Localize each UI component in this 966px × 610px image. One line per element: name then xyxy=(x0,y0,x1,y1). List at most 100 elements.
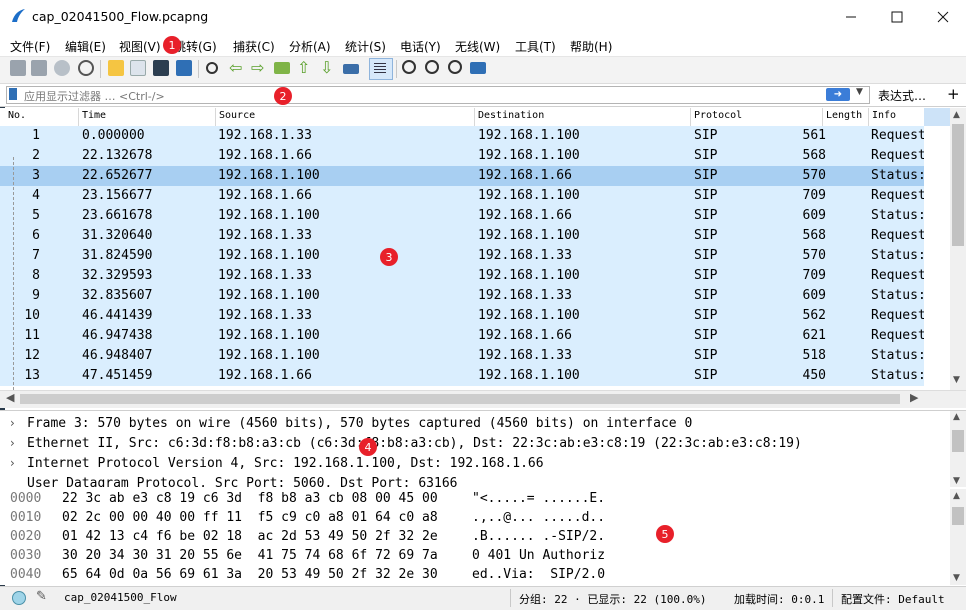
bytes-ascii[interactable]: .B...... .-SIP/2. xyxy=(472,529,605,544)
expand-chevron-icon[interactable]: › xyxy=(10,416,15,430)
find-packet-icon[interactable] xyxy=(206,62,218,74)
menu-telephony[interactable]: 电话(Y) xyxy=(400,38,441,55)
detail-ipv4[interactable]: Internet Protocol Version 4, Src: 192.16… xyxy=(27,456,544,471)
go-forward-icon[interactable]: ⇨ xyxy=(251,58,264,77)
details-scroll-down-icon[interactable]: ▼ xyxy=(953,476,960,486)
bookmark-icon[interactable] xyxy=(9,88,17,100)
open-file-icon[interactable] xyxy=(108,60,124,76)
cell-info: Status: xyxy=(871,248,924,263)
detail-ethernet[interactable]: Ethernet II, Src: c6:3d:f8:b8:a3:cb (c6:… xyxy=(27,436,802,451)
add-filter-button[interactable]: + xyxy=(947,85,960,103)
filter-history-dropdown-icon[interactable]: ▼ xyxy=(856,87,863,97)
resize-columns-icon[interactable] xyxy=(470,62,486,74)
bytes-scroll-up-icon[interactable]: ▲ xyxy=(953,491,960,501)
cell-time: 22.652677 xyxy=(82,168,153,183)
capture-options-icon[interactable] xyxy=(78,60,94,76)
scroll-down-arrow-icon[interactable]: ▼ xyxy=(953,375,960,385)
reload-file-icon[interactable] xyxy=(176,60,192,76)
colorize-lines xyxy=(374,63,386,73)
scroll-left-arrow-icon[interactable]: ◀ xyxy=(6,391,14,404)
normal-size-icon[interactable] xyxy=(448,60,462,74)
details-scroll-up-icon[interactable]: ▲ xyxy=(953,412,960,422)
scroll-up-arrow-icon[interactable]: ▲ xyxy=(953,110,960,120)
details-scroll-thumb[interactable] xyxy=(952,430,964,452)
table-row[interactable]: 4 23.156677 192.168.1.66 192.168.1.100 SIP 70… xyxy=(0,186,924,206)
go-back-icon[interactable]: ⇦ xyxy=(229,58,242,77)
menu-tools[interactable]: 工具(T) xyxy=(515,38,556,55)
table-row[interactable]: 12 46.948407 192.168.1.100 192.168.1.33 SIP 5… xyxy=(0,346,924,366)
column-header-protocol[interactable]: Protocol xyxy=(694,110,742,121)
bytes-hex[interactable]: 65 64 0d 0a 56 69 61 3a 20 53 49 50 2f 3… xyxy=(62,567,438,582)
table-row[interactable]: 5 23.661678 192.168.1.100 192.168.1.66 SIP 60… xyxy=(0,206,924,226)
bytes-ascii[interactable]: 0 401 Un Authoriz xyxy=(472,548,605,563)
apply-filter-arrow-icon[interactable]: ➜ xyxy=(826,88,850,101)
menu-view[interactable]: 视图(V) xyxy=(119,38,161,55)
menu-help[interactable]: 帮助(H) xyxy=(570,38,612,55)
close-button[interactable] xyxy=(920,0,966,34)
save-file-icon[interactable] xyxy=(130,60,146,76)
table-row[interactable]: 3 22.652677 192.168.1.100 192.168.1.66 SIP 57… xyxy=(0,166,924,186)
filter-expression-button[interactable]: 表达式… xyxy=(878,87,926,104)
column-header-source[interactable]: Source xyxy=(219,110,255,121)
expert-info-icon[interactable] xyxy=(12,591,26,605)
table-row[interactable]: 13 47.451459 192.168.1.66 192.168.1.100 SIP 4… xyxy=(0,366,924,386)
capture-comment-icon[interactable]: ✎ xyxy=(36,589,47,604)
restart-capture-icon[interactable] xyxy=(54,60,70,76)
bytes-ascii[interactable]: ed..Via: SIP/2.0 xyxy=(472,567,605,582)
bytes-ascii[interactable]: .,..@... .....d.. xyxy=(472,510,605,525)
bytes-hex[interactable]: 22 3c ab e3 c8 19 c6 3d f8 b8 a3 cb 08 0… xyxy=(62,491,438,506)
scroll-right-arrow-icon[interactable]: ▶ xyxy=(910,391,918,404)
auto-scroll-icon[interactable] xyxy=(343,64,359,74)
bytes-offset: 0020 xyxy=(10,529,42,544)
expand-chevron-icon[interactable]: › xyxy=(10,456,15,470)
menu-edit[interactable]: 编辑(E) xyxy=(65,38,106,55)
bytes-ascii[interactable]: "<.....= ......E. xyxy=(472,491,605,506)
cell-time: 23.661678 xyxy=(82,208,153,223)
stop-capture-icon[interactable] xyxy=(31,60,47,76)
minimize-button[interactable] xyxy=(828,0,874,34)
table-row[interactable]: 9 32.835607 192.168.1.100 192.168.1.33 SIP 60… xyxy=(0,286,924,306)
expand-chevron-icon[interactable]: › xyxy=(10,436,15,450)
table-row[interactable]: 10 46.441439 192.168.1.33 192.168.1.100 SIP 5… xyxy=(0,306,924,326)
column-header-length[interactable]: Length xyxy=(826,110,862,121)
table-row[interactable]: 7 31.824590 192.168.1.100 192.168.1.33 SIP 57… xyxy=(0,246,924,266)
menu-capture[interactable]: 捕获(C) xyxy=(233,38,275,55)
packet-list-hscroll-thumb[interactable] xyxy=(20,394,900,404)
table-row[interactable]: 11 46.947438 192.168.1.100 192.168.1.66 SIP 6… xyxy=(0,326,924,346)
zoom-in-icon[interactable] xyxy=(402,60,416,74)
table-row[interactable]: 2 22.132678 192.168.1.66 192.168.1.100 SIP 56… xyxy=(0,146,924,166)
column-header-no[interactable]: No. xyxy=(8,110,26,121)
menu-statistics[interactable]: 统计(S) xyxy=(345,38,386,55)
column-header-time[interactable]: Time xyxy=(82,110,106,121)
bytes-scroll-down-icon[interactable]: ▼ xyxy=(953,573,960,583)
table-row[interactable]: 8 32.329593 192.168.1.33 192.168.1.100 SIP 70… xyxy=(0,266,924,286)
bytes-scroll-thumb[interactable] xyxy=(952,507,964,525)
maximize-button[interactable] xyxy=(874,0,920,34)
start-capture-icon[interactable] xyxy=(10,60,26,76)
packet-list-scroll-thumb[interactable] xyxy=(952,124,964,246)
zoom-out-icon[interactable] xyxy=(425,60,439,74)
first-packet-icon[interactable]: ⇧ xyxy=(297,58,310,77)
menu-wireless[interactable]: 无线(W) xyxy=(455,38,500,55)
menu-file[interactable]: 文件(F) xyxy=(10,38,50,55)
cell-length: 709 xyxy=(802,188,826,203)
menu-analyze[interactable]: 分析(A) xyxy=(289,38,331,55)
status-profile[interactable]: 配置文件: Default xyxy=(841,591,945,607)
cell-protocol: SIP xyxy=(694,228,718,243)
cell-time: 23.156677 xyxy=(82,188,153,203)
detail-frame[interactable]: Frame 3: 570 bytes on wire (4560 bits), … xyxy=(27,416,692,431)
table-row[interactable]: 6 31.320640 192.168.1.33 192.168.1.100 SIP 56… xyxy=(0,226,924,246)
bytes-hex[interactable]: 02 2c 00 00 40 00 ff 11 f5 c9 c0 a8 01 6… xyxy=(62,510,438,525)
last-packet-icon[interactable]: ⇩ xyxy=(320,58,333,77)
bytes-vertical-scrollbar[interactable] xyxy=(950,489,966,585)
table-row[interactable]: 1 0.000000 192.168.1.33 192.168.1.100 SIP 561… xyxy=(0,126,924,146)
detail-udp[interactable]: User Datagram Protocol, Src Port: 5060, … xyxy=(27,476,457,487)
bytes-hex[interactable]: 30 20 34 30 31 20 55 6e 41 75 74 68 6f 7… xyxy=(62,548,438,563)
go-to-packet-icon[interactable] xyxy=(274,62,290,74)
close-file-icon[interactable] xyxy=(153,60,169,76)
cell-destination: 192.168.1.33 xyxy=(478,248,572,263)
bytes-hex[interactable]: 01 42 13 c4 f6 be 02 18 ac 2d 53 49 50 2… xyxy=(62,529,438,544)
cell-source: 192.168.1.100 xyxy=(218,168,320,183)
column-header-info[interactable]: Info xyxy=(872,110,896,121)
column-header-destination[interactable]: Destination xyxy=(478,110,544,121)
